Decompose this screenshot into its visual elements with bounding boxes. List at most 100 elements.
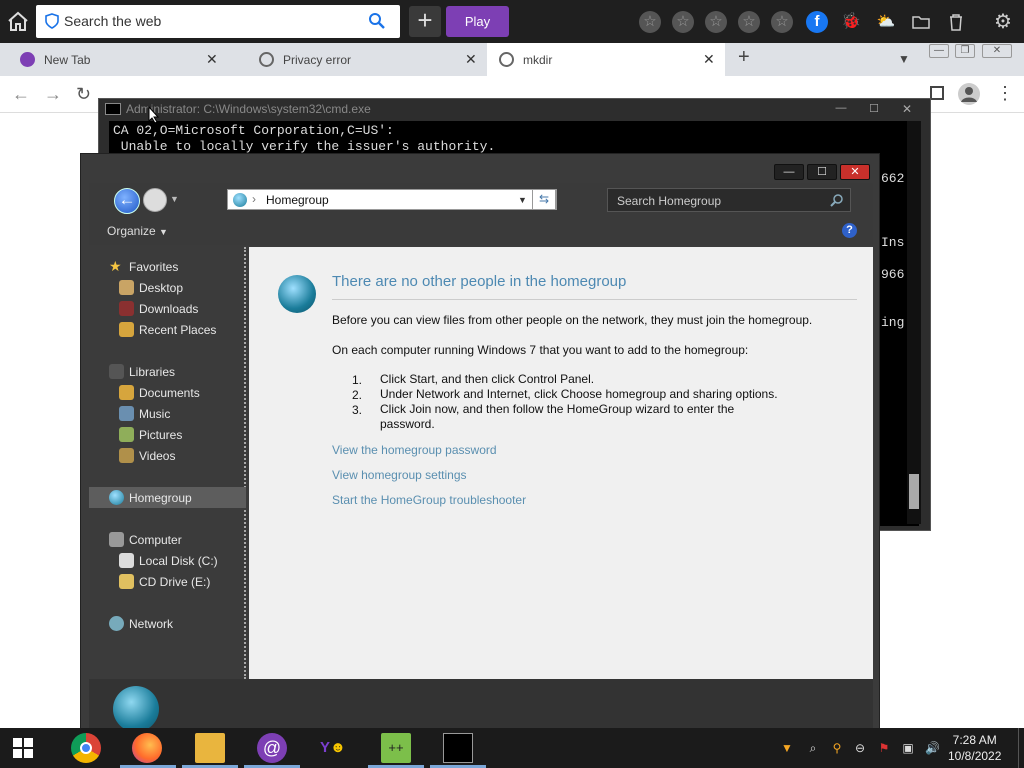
- gear-icon[interactable]: ⚙: [992, 11, 1014, 33]
- nav-item-homegroup[interactable]: Homegroup: [89, 487, 246, 508]
- search-icon[interactable]: ⌕: [806, 741, 820, 755]
- refresh-icon[interactable]: ⇆: [532, 189, 556, 210]
- warning-icon[interactable]: ▼: [780, 741, 794, 755]
- nav-item-computer[interactable]: Computer: [89, 529, 246, 550]
- play-button[interactable]: Play: [446, 6, 509, 37]
- link-homegroup-settings[interactable]: View homegroup settings: [332, 468, 467, 482]
- tab-new-tab[interactable]: New Tab ✕: [0, 43, 238, 76]
- menu-icon[interactable]: ⋮: [996, 83, 1014, 104]
- star-icon[interactable]: ☆: [705, 11, 727, 33]
- nav-label: Downloads: [139, 302, 199, 316]
- nav-item-favorites[interactable]: ★ Favorites: [89, 256, 246, 277]
- nav-item-network[interactable]: Network: [89, 613, 246, 634]
- weather-icon[interactable]: ⛅: [875, 11, 897, 33]
- reload-icon[interactable]: ↻: [76, 84, 91, 105]
- maximize-icon[interactable]: ❐: [955, 44, 975, 58]
- minimize-icon[interactable]: —: [826, 102, 856, 116]
- file-explorer-icon[interactable]: [195, 733, 225, 763]
- search-icon[interactable]: [368, 12, 386, 30]
- back-arrow-icon[interactable]: ←: [12, 84, 30, 105]
- windows-start-icon[interactable]: [12, 737, 36, 761]
- tab-title: mkdir: [523, 53, 553, 67]
- nav-item-videos[interactable]: Videos: [89, 445, 246, 466]
- nav-item-desktop[interactable]: Desktop: [89, 277, 246, 298]
- link-view-password[interactable]: View the homegroup password: [332, 443, 497, 457]
- avatar[interactable]: [958, 83, 980, 105]
- help-icon[interactable]: ?: [842, 223, 857, 238]
- search-homegroup-input[interactable]: Search Homegroup: [607, 188, 851, 212]
- minus-circle-icon[interactable]: ⊖: [853, 741, 867, 755]
- close-icon[interactable]: ✕: [206, 51, 218, 68]
- cmd-icon[interactable]: [443, 733, 473, 763]
- nav-item-cd-drive[interactable]: CD Drive (E:): [89, 571, 246, 592]
- chevron-down-icon[interactable]: ▼: [170, 194, 179, 204]
- trash-icon[interactable]: [945, 11, 967, 33]
- desktop-icon: [119, 280, 134, 295]
- nav-item-music[interactable]: Music: [89, 403, 246, 424]
- recent-places-icon: [119, 322, 134, 337]
- tab-mkdir[interactable]: mkdir ✕: [487, 43, 725, 76]
- star-icon[interactable]: ☆: [672, 11, 694, 33]
- notepad-plus-icon[interactable]: ++: [381, 733, 411, 763]
- chrome-icon[interactable]: [71, 733, 101, 763]
- star-icon[interactable]: ☆: [738, 11, 760, 33]
- search-icon[interactable]: [830, 193, 844, 207]
- browser-logo-icon[interactable]: @: [257, 733, 287, 763]
- forward-arrow-icon[interactable]: [143, 188, 167, 212]
- add-button[interactable]: +: [409, 6, 441, 37]
- system-clock[interactable]: 7:28 AM 10/8/2022: [948, 732, 1001, 764]
- address-bar[interactable]: › Homegroup ▼: [227, 189, 557, 210]
- magnifier-icon[interactable]: ⚲: [830, 741, 844, 755]
- show-desktop-button[interactable]: [1018, 728, 1024, 768]
- close-icon[interactable]: ✕: [982, 44, 1012, 58]
- maximize-icon[interactable]: ☐: [859, 102, 889, 116]
- nav-item-recent-places[interactable]: Recent Places: [89, 319, 246, 340]
- star-icon: ★: [109, 258, 122, 274]
- minimize-icon[interactable]: —: [929, 44, 949, 58]
- nav-item-documents[interactable]: Documents: [89, 382, 246, 403]
- homegroup-icon: [278, 275, 316, 313]
- close-icon[interactable]: ✕: [465, 51, 477, 68]
- star-icon[interactable]: ☆: [639, 11, 661, 33]
- nav-item-downloads[interactable]: Downloads: [89, 298, 246, 319]
- facebook-icon[interactable]: f: [806, 11, 828, 33]
- bug-icon[interactable]: 🐞: [840, 11, 862, 33]
- nav-item-pictures[interactable]: Pictures: [89, 424, 246, 445]
- minimize-icon[interactable]: —: [774, 164, 804, 180]
- console-line: Unable to locally verify the issuer's au…: [113, 139, 496, 154]
- scrollbar[interactable]: [907, 121, 921, 524]
- back-arrow-icon[interactable]: ←: [114, 188, 140, 214]
- firefox-icon[interactable]: [132, 733, 162, 763]
- scrollbar-thumb[interactable]: [909, 474, 919, 509]
- close-icon[interactable]: ✕: [892, 102, 922, 116]
- nav-label: Local Disk (C:): [139, 554, 218, 568]
- organize-menu[interactable]: Organize ▼: [107, 224, 168, 238]
- nav-item-libraries[interactable]: Libraries: [89, 361, 246, 382]
- search-placeholder: Search Homegroup: [617, 194, 722, 208]
- pictures-icon: [119, 427, 134, 442]
- network-icon[interactable]: ▣: [901, 741, 915, 755]
- chevron-down-icon[interactable]: ▼: [898, 52, 910, 66]
- new-tab-button[interactable]: +: [738, 46, 750, 69]
- close-icon[interactable]: ✕: [840, 164, 870, 180]
- tab-privacy-error[interactable]: Privacy error ✕: [245, 43, 483, 76]
- maximize-icon[interactable]: ☐: [807, 164, 837, 180]
- explorer-window[interactable]: — ☐ ✕ ← ▼ › Homegroup ▼ ⇆ Search Homegro…: [80, 153, 880, 741]
- yahoo-messenger-icon[interactable]: Y☻: [320, 733, 350, 763]
- network-icon: [109, 616, 124, 631]
- forward-arrow-icon[interactable]: →: [44, 84, 62, 105]
- nav-item-local-disk[interactable]: Local Disk (C:): [89, 550, 246, 571]
- address-text: Homegroup: [266, 193, 329, 207]
- star-icon[interactable]: ☆: [771, 11, 793, 33]
- close-icon[interactable]: ✕: [703, 51, 715, 68]
- volume-icon[interactable]: 🔊: [925, 741, 940, 755]
- homegroup-icon: [233, 193, 247, 207]
- link-troubleshooter[interactable]: Start the HomeGroup troubleshooter: [332, 493, 526, 507]
- chevron-down-icon[interactable]: ▼: [518, 195, 527, 205]
- home-icon[interactable]: [6, 10, 30, 34]
- folder-icon[interactable]: [910, 11, 932, 33]
- libraries-icon: [109, 364, 124, 379]
- web-search-input[interactable]: Search the web: [36, 5, 400, 38]
- flag-icon[interactable]: ⚑: [877, 741, 891, 755]
- sidebar-icon[interactable]: [930, 86, 944, 100]
